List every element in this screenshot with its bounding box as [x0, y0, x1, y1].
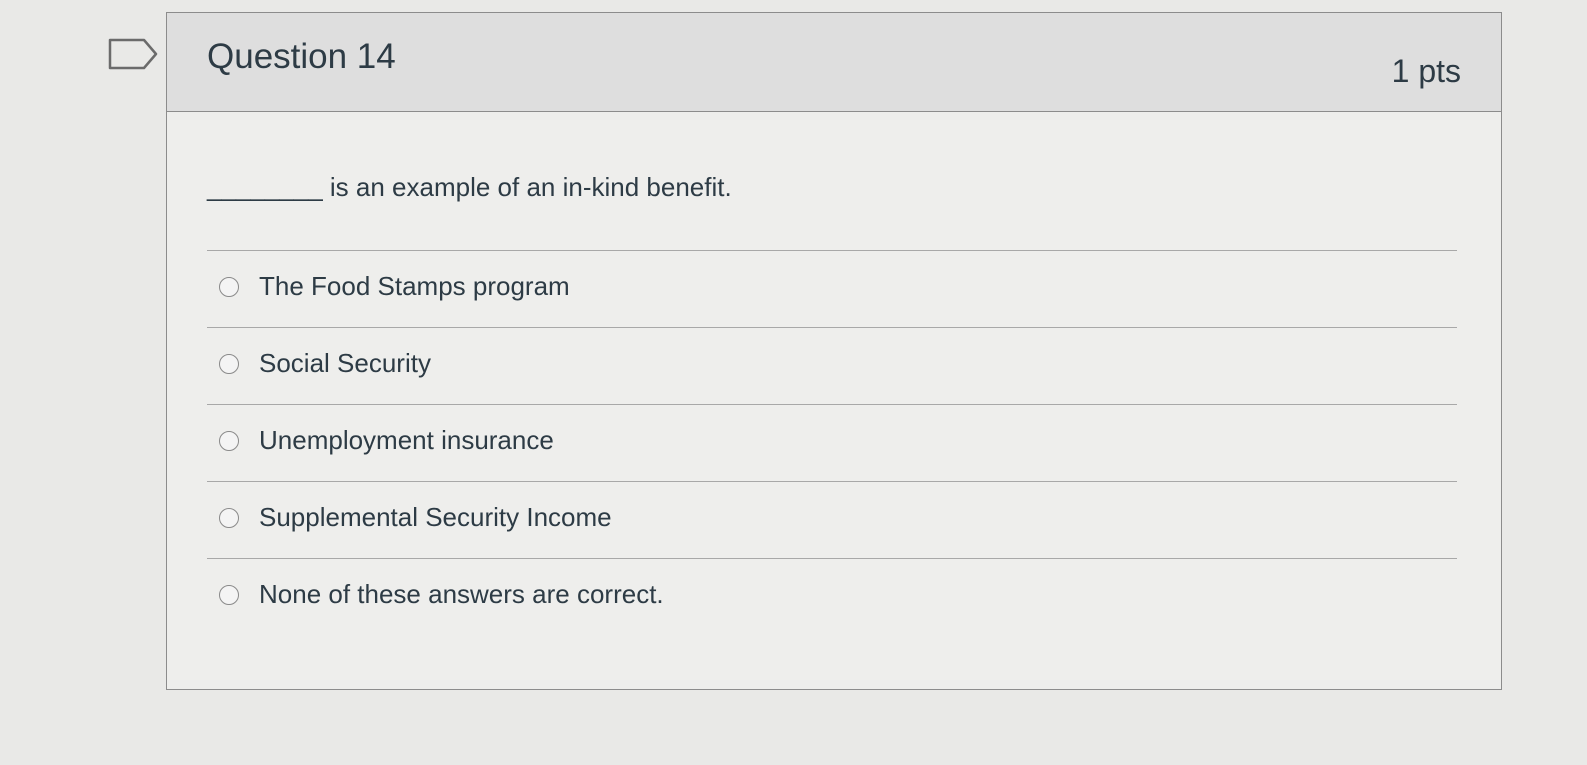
radio-button-icon[interactable]: [219, 431, 239, 451]
question-title: Question 14: [207, 37, 396, 76]
answer-label[interactable]: Unemployment insurance: [259, 425, 554, 456]
question-card: Question 14 1 pts ________ is an example…: [166, 12, 1502, 690]
answer-label[interactable]: Supplemental Security Income: [259, 502, 612, 533]
answer-option-unemployment-insurance[interactable]: Unemployment insurance: [207, 404, 1457, 481]
answer-label[interactable]: Social Security: [259, 348, 431, 379]
radio-button-icon[interactable]: [219, 508, 239, 528]
radio-button-icon[interactable]: [219, 585, 239, 605]
question-text: ________ is an example of an in-kind ben…: [207, 172, 732, 202]
question-points: 1 pts: [1391, 53, 1461, 89]
radio-button-icon[interactable]: [219, 354, 239, 374]
answer-label[interactable]: The Food Stamps program: [259, 271, 570, 302]
radio-button-icon[interactable]: [219, 277, 239, 297]
answer-label[interactable]: None of these answers are correct.: [259, 579, 664, 610]
flag-question-icon[interactable]: [108, 38, 158, 70]
answer-list: The Food Stamps program Social Security …: [207, 250, 1457, 635]
answer-option-food-stamps[interactable]: The Food Stamps program: [207, 250, 1457, 327]
answer-option-social-security[interactable]: Social Security: [207, 327, 1457, 404]
answer-option-ssi[interactable]: Supplemental Security Income: [207, 481, 1457, 558]
answer-option-none[interactable]: None of these answers are correct.: [207, 558, 1457, 635]
question-header: Question 14 1 pts: [167, 13, 1501, 112]
